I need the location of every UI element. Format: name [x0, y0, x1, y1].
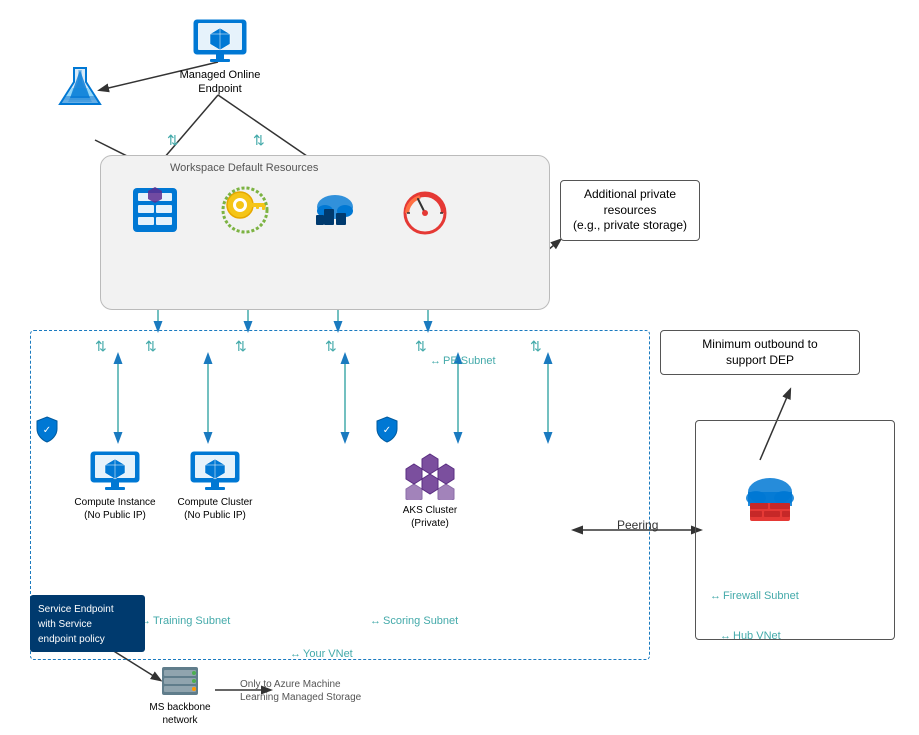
- bi-arrow-top-2: ⇅: [253, 132, 265, 149]
- storage-icon-container: [115, 185, 195, 235]
- peering-label: Peering: [617, 518, 658, 532]
- shield-left-icon: ✓: [35, 415, 59, 446]
- pe-subnet-tag: ↔ PE Subnet: [430, 355, 496, 367]
- app-insights-icon-svg: [400, 185, 450, 235]
- workspace-defaults-label: Workspace Default Resources: [170, 162, 318, 174]
- min-outbound-label: Minimum outbound tosupport DEP: [702, 337, 817, 367]
- container-registry-icon-svg: [310, 185, 360, 235]
- bi-arrow-2: ⇅: [145, 338, 157, 355]
- shield-right-icon: ✓: [375, 415, 399, 446]
- min-outbound-box: Minimum outbound tosupport DEP: [660, 330, 860, 375]
- bi-arrow-1: ⇅: [95, 338, 107, 355]
- firewall-icon-svg: [740, 470, 800, 525]
- managed-storage-label: Only to Azure MachineLearning Managed St…: [240, 678, 361, 704]
- aks-icon-svg: [402, 450, 458, 500]
- aks-cluster-label: AKS Cluster(Private): [403, 504, 457, 530]
- firewall-subnet-tag: ↔ Firewall Subnet: [710, 590, 799, 602]
- svg-text:✓: ✓: [383, 425, 391, 436]
- key-vault-icon-container: [205, 185, 285, 235]
- service-endpoint-label: Service Endpointwith Serviceendpoint pol…: [38, 604, 114, 645]
- azure-ml-icon: [40, 60, 120, 112]
- compute-cluster-label: Compute Cluster(No Public IP): [177, 496, 252, 522]
- your-vnet-tag: ↔ Your VNet: [290, 648, 353, 660]
- additional-private-label: Additional privateresources(e.g., privat…: [573, 187, 687, 232]
- compute-cluster-icon-svg: [189, 450, 241, 492]
- compute-instance-label: Compute Instance(No Public IP): [74, 496, 155, 522]
- ms-backbone-icon-container: MS backbonenetwork: [140, 665, 220, 727]
- container-registry-icon-container: [295, 185, 375, 235]
- bi-arrow-4: ⇅: [325, 338, 337, 355]
- hub-vnet-box: [695, 420, 895, 640]
- endpoint-icon-svg: [192, 18, 248, 64]
- firewall-icon-container: [730, 470, 810, 525]
- ms-backbone-icon-svg: [160, 665, 200, 697]
- bi-arrow-3: ⇅: [235, 338, 247, 355]
- additional-private-resources-box: Additional privateresources(e.g., privat…: [560, 180, 700, 241]
- ml-icon-svg: [54, 60, 106, 112]
- scoring-subnet-tag: ↔ Scoring Subnet: [370, 615, 458, 627]
- training-subnet-tag: ↔ Training Subnet: [140, 615, 230, 627]
- svg-text:✓: ✓: [43, 425, 51, 436]
- compute-instance-icon-svg: [89, 450, 141, 492]
- bi-arrow-top-1: ⇅: [167, 132, 179, 149]
- app-insights-icon-container: [385, 185, 465, 235]
- hub-vnet-tag: ↔ Hub VNet: [720, 630, 781, 642]
- key-vault-icon-svg: [220, 185, 270, 235]
- compute-instance-icon-container: Compute Instance(No Public IP): [65, 450, 165, 522]
- bi-arrow-6: ⇅: [530, 338, 542, 355]
- service-endpoint-box: Service Endpointwith Serviceendpoint pol…: [30, 595, 145, 652]
- bi-arrow-5: ⇅: [415, 338, 427, 355]
- managed-endpoint-label: Managed OnlineEndpoint: [180, 68, 261, 97]
- architecture-diagram: Managed OnlineEndpoint Workspace Default…: [0, 0, 919, 735]
- compute-cluster-icon-container: Compute Cluster(No Public IP): [165, 450, 265, 522]
- storage-icon-svg: [130, 185, 180, 235]
- ms-backbone-label: MS backbonenetwork: [149, 701, 210, 727]
- managed-online-endpoint-icon: Managed OnlineEndpoint: [165, 18, 275, 97]
- aks-cluster-icon-container: AKS Cluster(Private): [380, 450, 480, 530]
